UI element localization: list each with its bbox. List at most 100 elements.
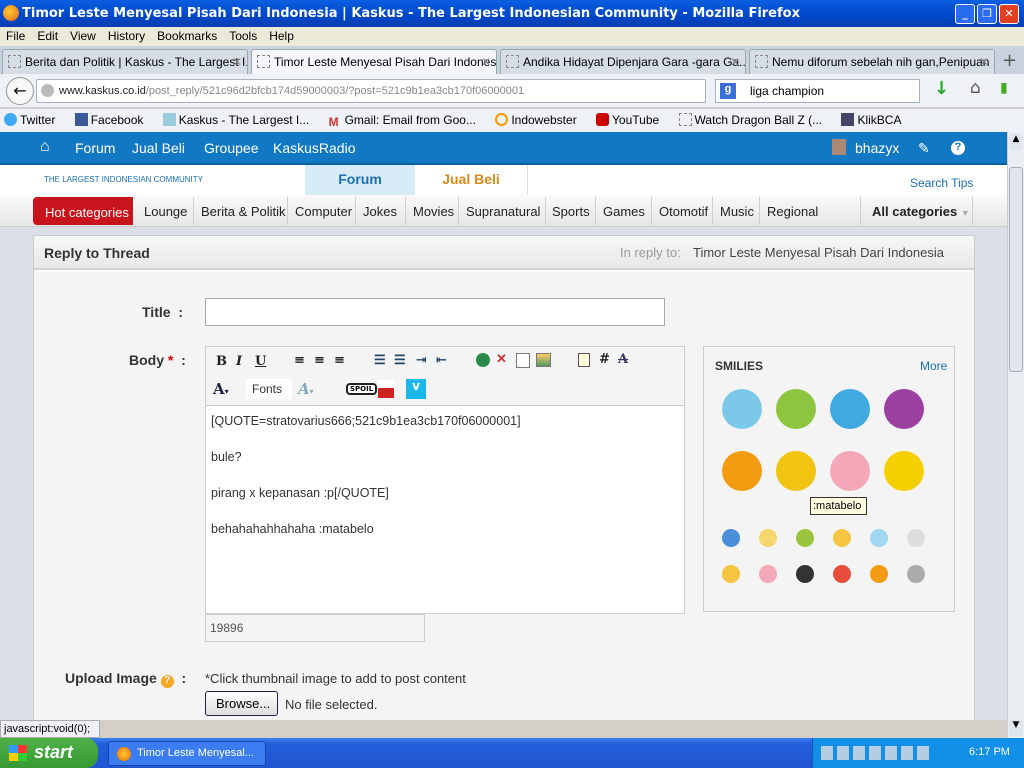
tray-icons[interactable]: [821, 746, 931, 760]
vertical-scrollbar[interactable]: ▲ ▼: [1007, 132, 1024, 738]
smiley-small[interactable]: [722, 565, 740, 583]
vimeo-button[interactable]: v: [406, 379, 426, 399]
category-otomotif[interactable]: Otomotif: [659, 204, 708, 219]
smiley-small[interactable]: [722, 529, 740, 547]
signal-bars-icon[interactable]: ▮: [1000, 80, 1008, 96]
new-tab-button[interactable]: +: [1002, 50, 1017, 71]
nav-forum[interactable]: Forum: [75, 140, 115, 156]
image-icon[interactable]: [536, 353, 551, 367]
back-button[interactable]: ←: [6, 77, 34, 105]
close-tab-icon[interactable]: ✕: [730, 55, 740, 69]
category-computer[interactable]: Computer: [295, 204, 352, 219]
bullet-list-button[interactable]: ☰: [374, 353, 386, 368]
home-icon[interactable]: ⌂: [40, 138, 50, 156]
fonts-dropdown[interactable]: Fonts: [246, 379, 292, 399]
align-left-button[interactable]: ≡: [294, 353, 305, 368]
tab-jual-beli[interactable]: Jual Beli: [415, 165, 528, 195]
home-icon[interactable]: ⌂: [970, 78, 981, 98]
smiley-large[interactable]: [776, 451, 816, 491]
taskbar-item-firefox[interactable]: Timor Leste Menyesal...: [108, 741, 266, 766]
menu-view[interactable]: View: [64, 27, 102, 45]
maximize-button[interactable]: ❐: [977, 4, 997, 24]
menu-bookmarks[interactable]: Bookmarks: [151, 27, 223, 45]
smiley-small[interactable]: [833, 565, 851, 583]
numbered-list-button[interactable]: ☰: [394, 353, 406, 368]
menu-edit[interactable]: Edit: [31, 27, 64, 45]
browse-button[interactable]: Browse...: [205, 691, 278, 716]
smiley-small[interactable]: [759, 565, 777, 583]
category-regional[interactable]: Regional: [767, 204, 818, 219]
browser-tab[interactable]: Nemu diforum sebelah nih gan,Penipuan ..…: [749, 49, 995, 74]
email-icon[interactable]: [516, 353, 530, 368]
outdent-button[interactable]: ⇤: [436, 353, 447, 368]
unlink-icon[interactable]: ✕: [496, 352, 507, 367]
remove-format-icon[interactable]: A: [618, 352, 628, 367]
scroll-down-button[interactable]: ▼: [1009, 720, 1023, 736]
bookmark-gmail[interactable]: M Gmail: Email from Goo...: [329, 113, 484, 129]
browser-tab-active[interactable]: Timor Leste Menyesal Pisah Dari Indonesi…: [251, 49, 497, 74]
underline-button[interactable]: U: [255, 354, 266, 369]
avatar[interactable]: [832, 139, 846, 155]
bookmark-facebook[interactable]: Facebook: [74, 113, 152, 127]
bookmark-twitter[interactable]: Twitter: [4, 113, 63, 127]
smiley-large[interactable]: [776, 389, 816, 429]
nav-jual-beli[interactable]: Jual Beli: [132, 140, 185, 156]
nav-kaskusradio[interactable]: KaskusRadio: [273, 140, 356, 156]
title-input[interactable]: [205, 298, 665, 326]
scrollbar-thumb[interactable]: [1009, 167, 1023, 372]
bold-button[interactable]: B: [216, 354, 227, 369]
menu-file[interactable]: File: [0, 27, 31, 45]
smiley-small[interactable]: [870, 565, 888, 583]
smiley-large[interactable]: [830, 451, 870, 491]
code-icon[interactable]: #: [599, 352, 610, 367]
bookmark-indowebster[interactable]: Indowebster: [495, 113, 584, 127]
bookmark-dragonball[interactable]: Watch Dragon Ball Z (...: [678, 113, 831, 127]
font-color-button[interactable]: A▾: [213, 380, 229, 398]
search-input[interactable]: g liga champion: [715, 79, 920, 103]
smiley-small[interactable]: [907, 565, 925, 583]
smiley-small[interactable]: [796, 565, 814, 583]
category-music[interactable]: Music: [720, 204, 754, 219]
google-icon[interactable]: g: [720, 83, 736, 99]
smiley-large[interactable]: [830, 389, 870, 429]
browser-tab[interactable]: Berita dan Politik | Kaskus - The Larges…: [2, 49, 248, 74]
close-tab-icon[interactable]: ✕: [481, 55, 491, 69]
smiley-large[interactable]: [722, 451, 762, 491]
menu-tools[interactable]: Tools: [223, 27, 263, 45]
smiley-small[interactable]: [870, 529, 888, 547]
category-games[interactable]: Games: [603, 204, 645, 219]
category-supranatural[interactable]: Supranatural: [466, 204, 540, 219]
smiley-small[interactable]: [907, 529, 925, 547]
category-berita-politik[interactable]: Berita & Politik: [201, 204, 286, 219]
browser-tab[interactable]: Andika Hidayat Dipenjara Gara -gara Ga..…: [500, 49, 746, 74]
category-jokes[interactable]: Jokes: [363, 204, 397, 219]
nav-groupee[interactable]: Groupee: [204, 140, 258, 156]
thread-title-link[interactable]: Timor Leste Menyesal Pisah Dari Indonesi…: [693, 245, 944, 260]
menu-help[interactable]: Help: [263, 27, 300, 45]
bookmark-klikbca[interactable]: KlikBCA: [841, 113, 909, 127]
scroll-up-button[interactable]: ▲: [1009, 134, 1023, 150]
link-icon[interactable]: [476, 353, 490, 367]
font-size-button[interactable]: A▾: [298, 380, 314, 398]
bookmark-youtube[interactable]: YouTube: [596, 113, 667, 127]
italic-button[interactable]: I: [236, 354, 242, 369]
smiley-small[interactable]: [796, 529, 814, 547]
smiley-large[interactable]: [884, 389, 924, 429]
pencil-icon[interactable]: ✎: [918, 140, 930, 157]
close-tab-icon[interactable]: ✕: [979, 55, 989, 69]
search-tips-link[interactable]: Search Tips: [910, 176, 973, 190]
quote-icon[interactable]: [578, 353, 590, 367]
help-icon[interactable]: ?: [951, 141, 965, 155]
spoiler-button[interactable]: SPOIL: [346, 383, 378, 395]
smiley-small[interactable]: [759, 529, 777, 547]
smiley-large[interactable]: [722, 389, 762, 429]
align-center-button[interactable]: ≡: [314, 353, 325, 368]
category-movies[interactable]: Movies: [413, 204, 454, 219]
menu-history[interactable]: History: [102, 27, 151, 45]
bookmark-kaskus[interactable]: Kaskus - The Largest I...: [162, 113, 318, 127]
minimize-button[interactable]: _: [955, 4, 975, 24]
address-bar[interactable]: www.kaskus.co.id/post_reply/521c96d2bfcb…: [36, 79, 706, 103]
start-button[interactable]: start: [0, 738, 98, 768]
close-button[interactable]: ✕: [999, 4, 1019, 24]
youtube-button[interactable]: [378, 380, 394, 398]
